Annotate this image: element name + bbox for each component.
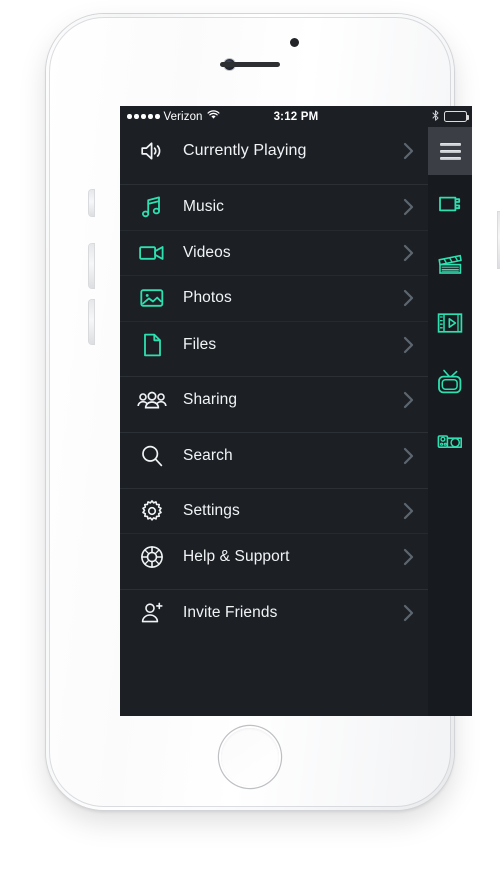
menu-item-music[interactable]: Music bbox=[120, 185, 428, 231]
menu-item-label: Search bbox=[183, 446, 233, 464]
menu-item-sharing[interactable]: Sharing bbox=[120, 377, 428, 423]
chevron-right-icon bbox=[403, 289, 414, 307]
menu-item-search[interactable]: Search bbox=[120, 432, 428, 479]
retro-tv-icon[interactable] bbox=[428, 352, 472, 411]
music-note-icon bbox=[137, 192, 167, 222]
volume-up-button[interactable] bbox=[89, 244, 94, 288]
silent-switch[interactable] bbox=[89, 190, 94, 216]
status-bar-clock: 3:12 PM bbox=[273, 110, 319, 123]
people-group-icon bbox=[137, 385, 167, 415]
chevron-right-icon bbox=[403, 244, 414, 262]
chevron-right-icon bbox=[403, 447, 414, 465]
status-bar: Verizon 3:12 PM bbox=[120, 106, 472, 127]
file-document-icon bbox=[137, 330, 167, 360]
menu-item-label: Help & Support bbox=[183, 547, 290, 565]
menu-item-help-support[interactable]: Help & Support bbox=[120, 534, 428, 580]
menu-item-label: Sharing bbox=[183, 391, 238, 409]
menu-item-files[interactable]: Files bbox=[120, 321, 428, 368]
group-separator bbox=[120, 367, 428, 377]
life-preserver-icon bbox=[137, 542, 167, 572]
phone-screen: Verizon 3:12 PM Currently Playing Music … bbox=[120, 106, 472, 716]
group-separator bbox=[120, 175, 428, 184]
menu-group-invite: Invite Friends bbox=[120, 588, 428, 636]
chevron-right-icon bbox=[403, 548, 414, 566]
menu-item-currently-playing[interactable]: Currently Playing bbox=[120, 127, 428, 175]
person-add-icon bbox=[137, 598, 167, 628]
menu-item-settings[interactable]: Settings bbox=[120, 488, 428, 535]
speaker-volume-icon bbox=[137, 136, 167, 166]
menu-group-system: Settings Help & Support bbox=[120, 487, 428, 580]
menu-item-label: Currently Playing bbox=[183, 142, 307, 159]
menu-group-header: Currently Playing bbox=[120, 127, 428, 175]
film-play-icon[interactable] bbox=[428, 293, 472, 352]
menu-item-label: Files bbox=[183, 335, 217, 353]
battery-charging-icon bbox=[444, 111, 469, 122]
home-button[interactable] bbox=[221, 728, 279, 786]
menu-item-label: Settings bbox=[183, 501, 240, 519]
screen-cast-icon[interactable] bbox=[428, 175, 472, 234]
group-separator bbox=[120, 422, 428, 432]
menu-item-label: Photos bbox=[183, 289, 232, 307]
earpiece-speaker bbox=[220, 62, 280, 67]
menu-item-invite-friends[interactable]: Invite Friends bbox=[120, 589, 428, 636]
chevron-right-icon bbox=[403, 502, 414, 520]
chevron-right-icon bbox=[403, 142, 414, 160]
menu-group-social: Sharing bbox=[120, 376, 428, 423]
chevron-right-icon bbox=[403, 336, 414, 354]
magnifier-search-icon bbox=[137, 441, 167, 471]
menu-group-media: Music Videos Photos Files bbox=[120, 184, 428, 368]
right-icon-rail bbox=[428, 127, 472, 716]
chevron-right-icon bbox=[403, 604, 414, 622]
group-separator bbox=[120, 478, 428, 488]
menu-item-label: Videos bbox=[183, 243, 231, 261]
menu-item-label: Music bbox=[183, 198, 224, 216]
chevron-right-icon bbox=[403, 198, 414, 216]
navigation-drawer: Currently Playing Music Videos Photos Fi… bbox=[120, 127, 428, 716]
chevron-right-icon bbox=[403, 391, 414, 409]
menu-item-videos[interactable]: Videos bbox=[120, 230, 428, 277]
movie-projector-icon[interactable] bbox=[428, 411, 472, 470]
menu-item-label: Invite Friends bbox=[183, 603, 278, 621]
clapperboard-icon[interactable] bbox=[428, 234, 472, 293]
phone-device-frame: Verizon 3:12 PM Currently Playing Music … bbox=[46, 14, 500, 810]
volume-down-button[interactable] bbox=[89, 300, 94, 344]
menu-group-find: Search bbox=[120, 431, 428, 479]
video-camera-icon bbox=[137, 238, 167, 268]
proximity-sensor bbox=[290, 38, 299, 47]
menu-item-photos[interactable]: Photos bbox=[120, 276, 428, 322]
group-separator bbox=[120, 579, 428, 589]
screen-body: Currently Playing Music Videos Photos Fi… bbox=[120, 127, 472, 716]
gear-settings-icon bbox=[137, 496, 167, 526]
photo-image-icon bbox=[137, 283, 167, 313]
hamburger-menu-icon[interactable] bbox=[428, 127, 472, 175]
